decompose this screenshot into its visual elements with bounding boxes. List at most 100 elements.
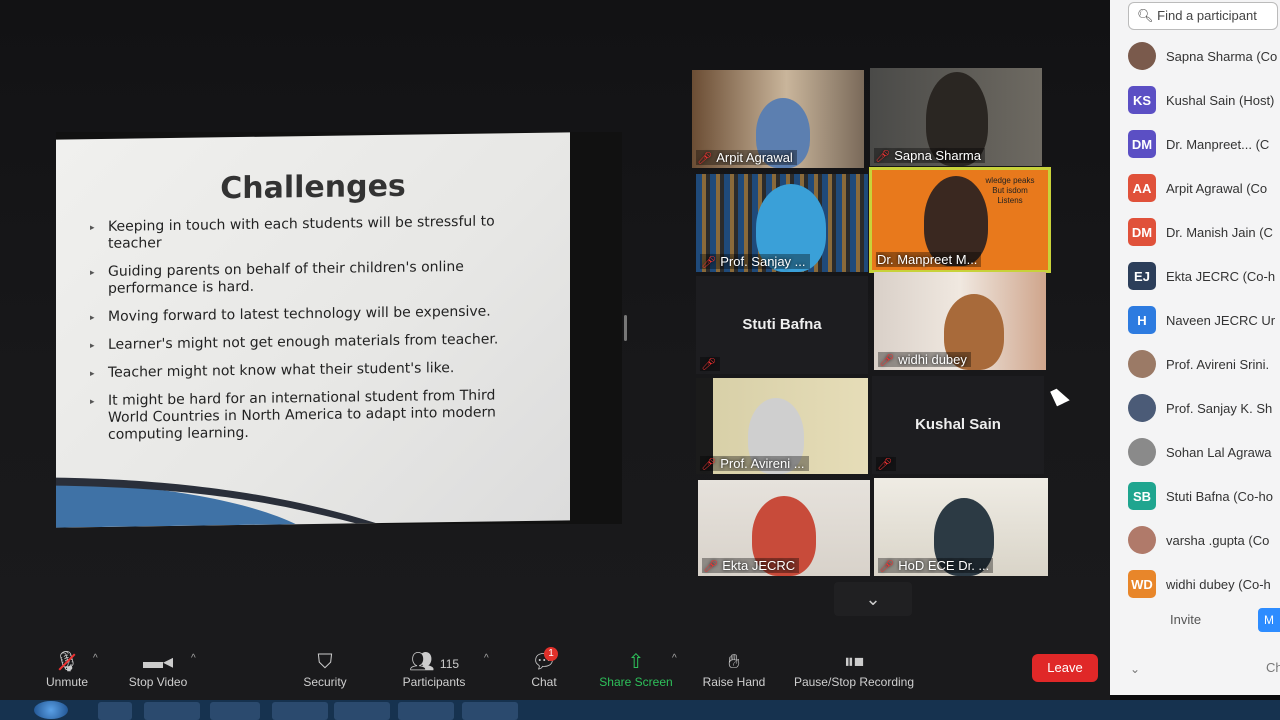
tile-name: 🎤︎ HoD ECE Dr. ...	[878, 558, 994, 573]
slide-bullet: Moving forward to latest technology will…	[90, 303, 530, 326]
tile-name: 🎤︎	[876, 457, 897, 471]
participant-name: Stuti Bafna	[742, 316, 822, 333]
video-tile[interactable]: 🎤︎ Prof. Sanjay ...	[696, 174, 868, 272]
participant-name: Naveen JECRC Ur	[1166, 312, 1276, 328]
unmute-button[interactable]: 🎙︎ Unmute	[42, 649, 92, 689]
video-tile[interactable]: 🎤︎ widhi dubey	[874, 272, 1046, 370]
participant-name: Dr. Manish Jain (C	[1166, 224, 1273, 240]
chrome-icon[interactable]	[334, 702, 390, 720]
participant-row[interactable]: Prof. Avireni Srini.	[1128, 344, 1280, 384]
meeting-toolbar: 🎙︎ Unmute ^ ▬◂ Stop Video ^ ⛉ Security 👥…	[0, 645, 1110, 700]
slide-decoration	[56, 477, 376, 528]
participant-row[interactable]: DM Dr. Manish Jain (C	[1128, 212, 1280, 252]
video-camera-icon: ▬◂	[142, 651, 174, 673]
participant-name: Kushal Sain (Host)	[1166, 92, 1275, 108]
chevron-up-icon[interactable]: ^	[672, 653, 677, 664]
leave-button[interactable]: Leave	[1032, 654, 1098, 682]
participant-row[interactable]: H Naveen JECRC Ur	[1128, 300, 1280, 340]
participant-name: Prof. Avireni Srini.	[1166, 356, 1270, 372]
participant-row[interactable]: DM Dr. Manpreet... (C	[1128, 124, 1280, 164]
avatar: DM	[1128, 130, 1156, 158]
raise-hand-button[interactable]: ✋︎ Raise Hand	[702, 649, 766, 689]
pause-stop-recording-button[interactable]: ⏸︎⏹︎ Pause/Stop Recording	[790, 649, 918, 689]
participant-row[interactable]: Sapna Sharma (Co	[1128, 36, 1280, 76]
security-button[interactable]: ⛉ Security	[300, 649, 350, 689]
split-handle[interactable]	[624, 315, 627, 341]
mic-muted-icon: 🎤︎	[701, 357, 717, 371]
hand-icon: ✋︎	[728, 651, 740, 673]
participant-row[interactable]: AA Arpit Agrawal (Co	[1128, 168, 1280, 208]
mic-muted-icon: 🎤︎	[701, 254, 717, 269]
slide-bullet: Teacher might not know what their studen…	[90, 359, 530, 382]
participant-name: Ekta JECRC (Co-h	[1166, 268, 1276, 284]
chevron-up-icon[interactable]: ^	[484, 653, 489, 664]
invite-button[interactable]: Invite	[1170, 612, 1201, 627]
participant-name: Kushal Sain	[915, 416, 1001, 433]
taskbar-app-icon[interactable]	[144, 702, 200, 720]
panel-more-button[interactable]: Ch	[1266, 660, 1280, 675]
avatar: SB	[1128, 482, 1156, 510]
avatar	[1128, 438, 1156, 466]
video-tile[interactable]: 🎤︎ Ekta JECRC	[698, 480, 870, 576]
chevron-down-icon[interactable]: ⌄	[1130, 662, 1140, 676]
mic-muted-icon: 🎤︎	[697, 150, 713, 165]
tile-name: 🎤︎ Prof. Avireni ...	[700, 456, 809, 471]
participant-row[interactable]: EJ Ekta JECRC (Co-h	[1128, 256, 1280, 296]
share-arrow-icon: ⇧	[627, 651, 645, 673]
participant-name: Arpit Agrawal (Co	[1166, 180, 1268, 196]
mic-muted-icon: 🎤︎	[703, 558, 719, 573]
gallery-scroll-down-button[interactable]: ⌄	[834, 582, 912, 616]
shared-screen: Challenges Keeping in touch with each st…	[56, 132, 622, 528]
video-tile[interactable]: 🎤︎ Sapna Sharma	[870, 68, 1042, 166]
participant-name: Prof. Sanjay K. Sh	[1166, 400, 1273, 416]
zoom-icon[interactable]	[462, 702, 518, 720]
video-tile[interactable]: 🎤︎ Arpit Agrawal	[692, 70, 864, 168]
participant-row[interactable]: Prof. Sanjay K. Sh	[1128, 388, 1280, 428]
tile-name: Dr. Manpreet M...	[876, 252, 982, 267]
chat-bubble-icon: 💬︎ 1	[531, 647, 558, 673]
participants-button[interactable]: 👥︎ 115 Participants	[398, 649, 470, 689]
chevron-up-icon[interactable]: ^	[93, 653, 98, 664]
video-tile[interactable]: 🎤︎ Prof. Avireni ...	[696, 378, 868, 474]
firefox-icon[interactable]	[272, 702, 328, 720]
meeting-area: Challenges Keeping in touch with each st…	[0, 0, 1110, 645]
word-icon[interactable]	[398, 702, 454, 720]
chat-badge: 1	[544, 647, 558, 661]
participant-row[interactable]: KS Kushal Sain (Host)	[1128, 80, 1280, 120]
participant-row[interactable]: Sohan Lal Agrawa	[1128, 432, 1280, 472]
browser-icon[interactable]	[98, 702, 132, 720]
presentation-slide: Challenges Keeping in touch with each st…	[56, 132, 570, 528]
participant-name: Dr. Manpreet... (C	[1166, 136, 1270, 152]
avatar	[1128, 394, 1156, 422]
taskbar-app-icon[interactable]	[210, 702, 260, 720]
tile-name: 🎤︎ Prof. Sanjay ...	[700, 254, 810, 269]
tile-background-text: wledge peaks But isdom Listens	[985, 176, 1035, 205]
start-icon[interactable]	[34, 701, 68, 719]
video-tile[interactable]: Kushal Sain 🎤︎	[872, 376, 1044, 474]
search-icon: 🔍︎	[1137, 8, 1154, 23]
slide-bullet: Keeping in touch with each students will…	[90, 213, 530, 253]
slide-title: Challenges	[220, 168, 406, 207]
video-tile[interactable]: Stuti Bafna 🎤︎	[696, 276, 868, 374]
participant-row[interactable]: varsha .gupta (Co	[1128, 520, 1280, 560]
slide-bullet: Guiding parents on behalf of their child…	[90, 258, 530, 298]
tile-name: 🎤︎ Sapna Sharma	[874, 148, 985, 163]
stop-video-button[interactable]: ▬◂ Stop Video	[126, 649, 190, 689]
participant-row[interactable]: WD widhi dubey (Co-h	[1128, 564, 1280, 604]
chat-button[interactable]: 💬︎ 1 Chat	[526, 647, 562, 689]
tile-name: 🎤︎ widhi dubey	[878, 352, 971, 367]
video-tile-active-speaker[interactable]: wledge peaks But isdom Listens Dr. Manpr…	[869, 167, 1051, 273]
share-screen-button[interactable]: ⇧ Share Screen	[598, 649, 674, 689]
participant-name: Sapna Sharma (Co	[1166, 48, 1278, 64]
mic-muted-icon: 🎤︎	[879, 558, 895, 573]
people-icon: 👥︎ 115	[408, 651, 460, 673]
slide-bullet: It might be hard for an international st…	[90, 387, 530, 444]
slide-bullet: Learner's might not get enough materials…	[90, 331, 530, 354]
video-tile[interactable]: 🎤︎ HoD ECE Dr. ...	[874, 478, 1048, 576]
slide-bullets: Keeping in touch with each students will…	[90, 213, 530, 455]
mute-all-button[interactable]: M	[1258, 608, 1280, 632]
avatar: AA	[1128, 174, 1156, 202]
chevron-up-icon[interactable]: ^	[191, 653, 196, 664]
participant-row[interactable]: SB Stuti Bafna (Co-ho	[1128, 476, 1280, 516]
search-input[interactable]: 🔍︎ Find a participant	[1128, 2, 1278, 30]
